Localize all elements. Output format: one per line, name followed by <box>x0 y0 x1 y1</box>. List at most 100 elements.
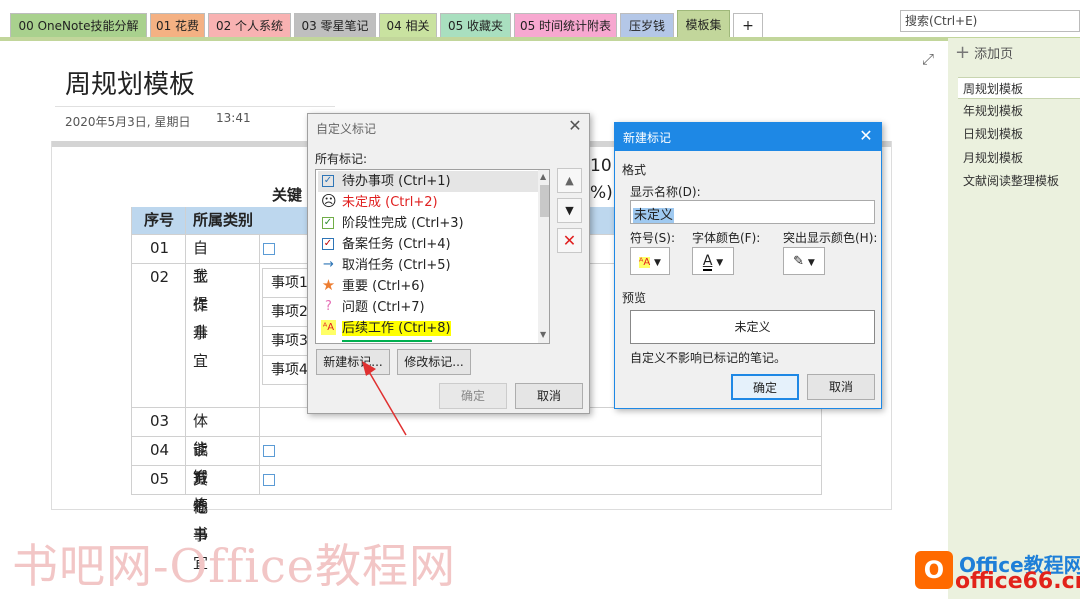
page-title[interactable]: 周规划模板 <box>65 64 195 101</box>
tab-time-stats[interactable]: 05 时间统计附表 <box>514 13 617 37</box>
tab-related[interactable]: 04 相关 <box>379 13 437 37</box>
display-name-field[interactable]: 未定义 <box>630 200 875 224</box>
plus-icon: + <box>955 42 971 63</box>
scrollbar[interactable]: ▲ ▼ <box>538 170 549 343</box>
delete-x-icon: ✕ <box>562 231 577 250</box>
tag-label: 重要 (Ctrl+6) <box>342 279 425 294</box>
page-time: 13:41 <box>216 111 251 125</box>
preview-box: 未定义 <box>630 310 875 344</box>
logo-line2: office66.cn <box>955 569 1080 594</box>
tab-onenote-skills[interactable]: 00 OneNote技能分解 <box>10 13 147 37</box>
tag-label: 未定成 (Ctrl+2) <box>342 195 438 210</box>
symbol-label: 符号(S): <box>630 231 676 245</box>
scroll-down-icon[interactable]: ▼ <box>540 330 546 339</box>
search-input[interactable]: 搜索(Ctrl+E) <box>900 10 1080 32</box>
cancel-button[interactable]: 取消 <box>515 383 583 409</box>
tag-list[interactable]: ✓ 待办事项 (Ctrl+1) ☹ 未定成 (Ctrl+2) ✓ 阶段性完成 (Ctr… <box>315 169 550 344</box>
row-index: 03 <box>150 412 170 430</box>
chevron-down-icon: ▼ <box>807 258 815 268</box>
move-down-button[interactable]: ▼ <box>557 198 582 223</box>
page-item-monthly[interactable]: 月规划模板 <box>958 147 1080 169</box>
tag-item-backup[interactable]: ✓ 备案任务 (Ctrl+4) <box>318 234 538 255</box>
add-section-button[interactable]: + <box>733 13 763 37</box>
checkbox-icon[interactable] <box>263 474 275 486</box>
sad-face-icon: ☹ <box>321 192 337 210</box>
row-category: 自我提升 <box>193 239 209 341</box>
close-icon[interactable]: ✕ <box>565 116 585 136</box>
onenote-window: 00 OneNote技能分解 01 花费 02 个人系统 03 零星笔记 04 … <box>0 0 1080 599</box>
tag-label: 后续工作 (Ctrl+8) <box>342 321 451 336</box>
tag-label: 备案任务 (Ctrl+4) <box>342 237 451 252</box>
checkbox-checked-blue-icon: ✓ <box>322 238 334 250</box>
office66-logo: O Office教程网 office66.cn <box>915 548 1080 598</box>
format-label: 格式 <box>622 163 647 177</box>
dialog-title: 新建标记 <box>623 131 672 145</box>
symbol-dropdown[interactable]: ᴬA ▼ <box>630 247 670 275</box>
row-index: 04 <box>150 441 170 459</box>
highlight-color-dropdown[interactable]: ✎ ▼ <box>783 247 825 275</box>
cancel-button[interactable]: 取消 <box>807 374 875 400</box>
tab-templates[interactable]: 模板集 <box>677 10 730 38</box>
tab-favorites[interactable]: 05 收藏夹 <box>440 13 511 37</box>
sub-item[interactable]: 事项1 <box>266 269 310 297</box>
tab-misc-notes[interactable]: 03 零星笔记 <box>294 13 376 37</box>
annotation-arrow-icon <box>362 361 407 436</box>
close-icon[interactable]: ✕ <box>855 126 877 146</box>
display-name-value: 未定义 <box>633 208 675 223</box>
row-index: 05 <box>150 470 170 488</box>
highlight-color-label: 突出显示颜色(H): <box>783 231 878 245</box>
ok-button[interactable]: 确定 <box>439 383 507 409</box>
tag-item-stage-done[interactable]: ✓ 阶段性完成 (Ctrl+3) <box>318 213 538 234</box>
ok-button[interactable]: 确定 <box>731 374 799 400</box>
partial-percent: %) <box>590 183 613 203</box>
tag-item-followup[interactable]: ᴬA 后续工作 (Ctrl+8) <box>318 318 538 339</box>
scroll-cutoff-line <box>342 340 432 342</box>
tab-personal-system[interactable]: 02 个人系统 <box>208 13 291 37</box>
sub-item[interactable]: 事项4 <box>266 356 310 384</box>
checkbox-icon[interactable] <box>263 445 275 457</box>
chevron-down-icon: ▼ <box>654 258 661 268</box>
tag-label: 问题 (Ctrl+7) <box>342 300 425 315</box>
custom-tags-dialog: 自定义标记 ✕ 所有标记: ✓ 待办事项 (Ctrl+1) ☹ 未定成 (Ctrl+… <box>307 113 590 414</box>
triangle-down-icon: ▼ <box>565 204 574 217</box>
checkbox-checked-icon: ✓ <box>322 217 334 229</box>
checkbox-icon[interactable] <box>263 243 275 255</box>
page-item-literature[interactable]: 文献阅读整理模板 <box>958 170 1080 192</box>
row-index: 02 <box>150 268 170 286</box>
page-date: 2020年5月3日, 星期日 <box>65 115 191 129</box>
move-up-button[interactable]: ▲ <box>557 168 582 193</box>
question-icon: ? <box>325 299 332 314</box>
tag-label: 阶段性完成 (Ctrl+3) <box>342 216 464 231</box>
scroll-up-icon[interactable]: ▲ <box>540 172 546 181</box>
delete-tag-button[interactable]: ✕ <box>557 228 582 253</box>
font-color-label: 字体颜色(F): <box>692 231 761 245</box>
sub-item[interactable]: 事项2 <box>266 298 310 326</box>
header-index: 序号 <box>131 207 185 234</box>
display-name-label: 显示名称(D): <box>630 185 701 199</box>
tab-lucky-money[interactable]: 压岁钱 <box>620 13 674 37</box>
tag-item-cancelled[interactable]: → 取消任务 (Ctrl+5) <box>318 255 538 276</box>
row-category: 其他事宜 <box>193 470 209 572</box>
new-tag-dialog: 新建标记 ✕ 格式 显示名称(D): 未定义 符号(S): 字体颜色(F): 突… <box>614 122 882 409</box>
font-color-dropdown[interactable]: A ▼ <box>692 247 734 275</box>
add-page-button[interactable]: + 添加页 <box>955 40 1080 66</box>
highlighter-pen-icon: ✎ <box>793 254 805 269</box>
office-logo-icon: O <box>915 551 953 589</box>
scrollbar-thumb[interactable] <box>540 185 549 217</box>
page-item-weekly[interactable]: 周规划模板 <box>958 77 1080 99</box>
dialog-title: 自定义标记 <box>316 122 377 136</box>
preview-label: 预览 <box>622 291 647 305</box>
tab-expenses[interactable]: 01 花费 <box>150 13 205 37</box>
sub-item[interactable]: 事项3 <box>266 327 310 355</box>
tag-item-todo[interactable]: ✓ 待办事项 (Ctrl+1) <box>318 171 538 192</box>
tag-item-important[interactable]: ★ 重要 (Ctrl+6) <box>318 276 538 297</box>
page-item-daily[interactable]: 日规划模板 <box>958 123 1080 145</box>
watermark-text: 书吧网-Office教程网 <box>12 539 457 593</box>
tag-item-unfinished[interactable]: ☹ 未定成 (Ctrl+2) <box>318 192 538 213</box>
star-icon: ★ <box>321 276 336 294</box>
row-category: 工作事宜 <box>193 268 209 370</box>
page-item-yearly[interactable]: 年规划模板 <box>958 100 1080 122</box>
tag-item-question[interactable]: ? 问题 (Ctrl+7) <box>318 297 538 318</box>
highlight-a-icon: ᴬA <box>639 257 651 268</box>
expand-icon[interactable]: ⤢ <box>922 50 934 68</box>
